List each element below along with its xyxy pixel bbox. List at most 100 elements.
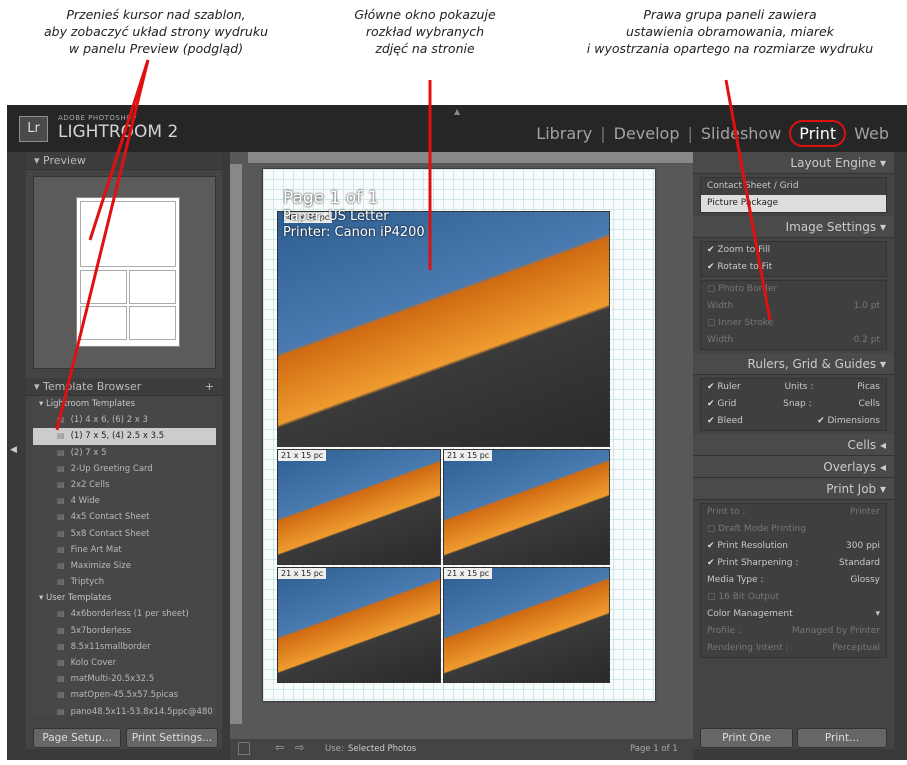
filmstrip-toolbar: ⇦ ⇨ Use: Selected Photos Page 1 of 1 xyxy=(230,739,693,760)
preview-cell xyxy=(80,306,127,340)
template-item[interactable]: Maximize Size xyxy=(33,558,216,574)
template-item[interactable]: Fine Art Mat xyxy=(33,542,216,558)
annotation-main-window: Główne okno pokazuje rozkład wybranych z… xyxy=(354,7,496,56)
print-to-row[interactable]: Print to : Printer xyxy=(701,504,886,521)
template-item[interactable]: 4 Wide xyxy=(33,493,216,509)
print-button[interactable]: Print... xyxy=(797,728,887,748)
template-item-selected[interactable]: (1) 7 x 5, (4) 2.5 x 3.5 xyxy=(33,428,216,445)
rulers-header[interactable]: Rulers, Grid & Guides ▾ xyxy=(693,353,894,375)
folder-user-templates[interactable]: ▾ User Templates xyxy=(33,590,216,606)
preview-header[interactable]: ▾ Preview xyxy=(26,152,222,170)
photo-cell-large[interactable]: 42 x 36 pc xyxy=(277,211,610,447)
page-title: Page 1 of 1 xyxy=(283,188,379,208)
page-setup-button[interactable]: Page Setup... xyxy=(33,728,121,748)
draft-mode-checkbox[interactable]: Draft Mode Printing xyxy=(701,521,886,538)
page-info-overlay: Page 1 of 1 Paper: US Letter Printer: Ca… xyxy=(283,188,425,241)
print-preview-area: 42 x 36 pc 21 x 15 pc 21 x 15 pc 21 x 15… xyxy=(230,152,693,739)
rotate-to-fit-checkbox[interactable]: Rotate to Fit xyxy=(701,259,886,276)
template-item[interactable]: matOpen-45.5x57.5picas xyxy=(33,687,216,703)
template-item[interactable]: (2) 7 x 5 xyxy=(33,445,216,461)
cell-size-label: 21 x 15 pc xyxy=(278,450,327,461)
lightroom-logo: Lr xyxy=(19,116,48,142)
inner-stroke-width[interactable]: Width 0.2 pt xyxy=(701,332,886,349)
top-bar: ▲ Lr ADOBE PHOTOSHOP LIGHTROOM 2 Library… xyxy=(7,105,907,152)
template-browser-title: Template Browser xyxy=(43,380,142,393)
collapse-top-arrow-icon[interactable]: ▲ xyxy=(454,107,460,116)
module-slideshow[interactable]: Slideshow xyxy=(693,124,789,143)
photo-border-checkbox[interactable]: Photo Border xyxy=(701,281,886,298)
photo-cell[interactable]: 21 x 15 pc xyxy=(277,449,441,565)
ruler-row[interactable]: RulerUnits :Picas xyxy=(701,379,886,396)
grid-toggle-icon[interactable] xyxy=(238,742,250,755)
cells-header[interactable]: Cells ◂ xyxy=(693,434,894,456)
use-label: Use: xyxy=(325,744,344,754)
template-item[interactable]: pano48.5x11-53.8x14.5ppc@480 xyxy=(33,704,216,720)
print-one-button[interactable]: Print One xyxy=(700,728,793,748)
template-item[interactable]: Kolo Cover xyxy=(33,655,216,671)
color-management-header[interactable]: Color Management ▾ xyxy=(701,606,886,623)
left-panel: ▾ Preview ▾ Template Browser + ▾ Lightroo… xyxy=(26,152,222,749)
print-settings-button[interactable]: Print Settings... xyxy=(126,728,218,748)
profile-row[interactable]: Profile : Managed by Printer xyxy=(701,623,886,640)
add-template-icon[interactable]: + xyxy=(205,378,214,396)
cell-size-label: 21 x 15 pc xyxy=(278,568,327,579)
template-item[interactable]: matMulti-20.5x32.5 xyxy=(33,671,216,687)
module-picker: Library | Develop | Slideshow Print Web xyxy=(528,120,897,147)
module-print[interactable]: Print xyxy=(789,120,847,147)
module-library[interactable]: Library xyxy=(528,124,600,143)
layout-engine-header[interactable]: Layout Engine ▾ xyxy=(693,152,894,174)
print-resolution-row[interactable]: Print Resolution300 ppi xyxy=(701,538,886,555)
vertical-ruler[interactable] xyxy=(230,164,242,724)
rendering-intent-row[interactable]: Rendering Intent : Perceptual xyxy=(701,640,886,657)
lightroom-window: ▲ Lr ADOBE PHOTOSHOP LIGHTROOM 2 Library… xyxy=(7,105,907,760)
left-buttons: Page Setup... Print Settings... xyxy=(26,728,222,749)
right-panel: Layout Engine ▾ Contact Sheet / Grid Pic… xyxy=(693,152,894,749)
layout-contact-sheet[interactable]: Contact Sheet / Grid xyxy=(701,178,886,195)
collapse-left-arrow-icon[interactable]: ◀ xyxy=(10,445,17,455)
grid-row[interactable]: GridSnap :Cells xyxy=(701,396,886,413)
template-item[interactable]: 2x2 Cells xyxy=(33,477,216,493)
photo-cell[interactable]: 21 x 15 pc xyxy=(443,449,610,565)
print-sharpening-row[interactable]: Print Sharpening :Standard xyxy=(701,555,886,572)
image-settings-header[interactable]: Image Settings ▾ xyxy=(693,216,894,238)
brand-main: LIGHTROOM 2 xyxy=(58,122,179,142)
photo-border-section: Photo Border Width1.0 pt Inner Stroke Wi… xyxy=(700,280,887,350)
template-item[interactable]: 8.5x11smallborder xyxy=(33,639,216,655)
media-type-row[interactable]: Media Type : Glossy xyxy=(701,572,886,589)
print-job-header[interactable]: Print Job ▾ xyxy=(693,478,894,500)
photo-border-width[interactable]: Width 1.0 pt xyxy=(701,298,886,315)
printer-info: Printer: Canon iP4200 xyxy=(283,225,425,240)
template-item[interactable]: Triptych xyxy=(33,574,216,590)
preview-cell xyxy=(80,270,127,304)
preview-cell xyxy=(80,201,176,267)
annotation-right-panels: Prawa grupa paneli zawiera ustawienia ob… xyxy=(586,7,874,56)
photo-cell[interactable]: 21 x 15 pc xyxy=(277,567,441,683)
overlays-header[interactable]: Overlays ◂ xyxy=(693,456,894,478)
template-list: ▾ Lightroom Templates (1) 4 x 6, (6) 2 x… xyxy=(33,396,216,717)
zoom-to-fill-checkbox[interactable]: Zoom to Fill xyxy=(701,242,886,259)
prev-page-icon[interactable]: ⇦ xyxy=(275,741,284,754)
image-settings-section: Zoom to Fill Rotate to Fit xyxy=(700,241,887,277)
inner-stroke-checkbox[interactable]: Inner Stroke xyxy=(701,315,886,332)
paper-info: Paper: US Letter xyxy=(283,209,389,224)
16bit-output-checkbox[interactable]: 16 Bit Output xyxy=(701,589,886,606)
template-item[interactable]: 4x5 Contact Sheet xyxy=(33,509,216,525)
page-counter: Page 1 of 1 xyxy=(630,744,678,754)
next-page-icon[interactable]: ⇨ xyxy=(295,741,304,754)
template-item[interactable]: 2-Up Greeting Card xyxy=(33,461,216,477)
template-item[interactable]: 5x8 Contact Sheet xyxy=(33,526,216,542)
module-web[interactable]: Web xyxy=(846,124,897,143)
photo-cell[interactable]: 21 x 15 pc xyxy=(443,567,610,683)
folder-lightroom-templates[interactable]: ▾ Lightroom Templates xyxy=(33,396,216,412)
horizontal-ruler[interactable] xyxy=(248,152,693,164)
use-selector[interactable]: Selected Photos xyxy=(348,744,416,754)
template-item[interactable]: 4x6borderless (1 per sheet) xyxy=(33,606,216,622)
template-browser-header[interactable]: ▾ Template Browser + xyxy=(26,378,222,396)
bleed-row[interactable]: BleedDimensions xyxy=(701,413,886,430)
template-item[interactable]: 5x7borderless xyxy=(33,623,216,639)
cell-size-label: 21 x 15 pc xyxy=(444,568,493,579)
layout-picture-package[interactable]: Picture Package xyxy=(701,195,886,212)
preview-title: Preview xyxy=(43,154,86,167)
template-item[interactable]: (1) 4 x 6, (6) 2 x 3 xyxy=(33,412,216,428)
module-develop[interactable]: Develop xyxy=(606,124,688,143)
